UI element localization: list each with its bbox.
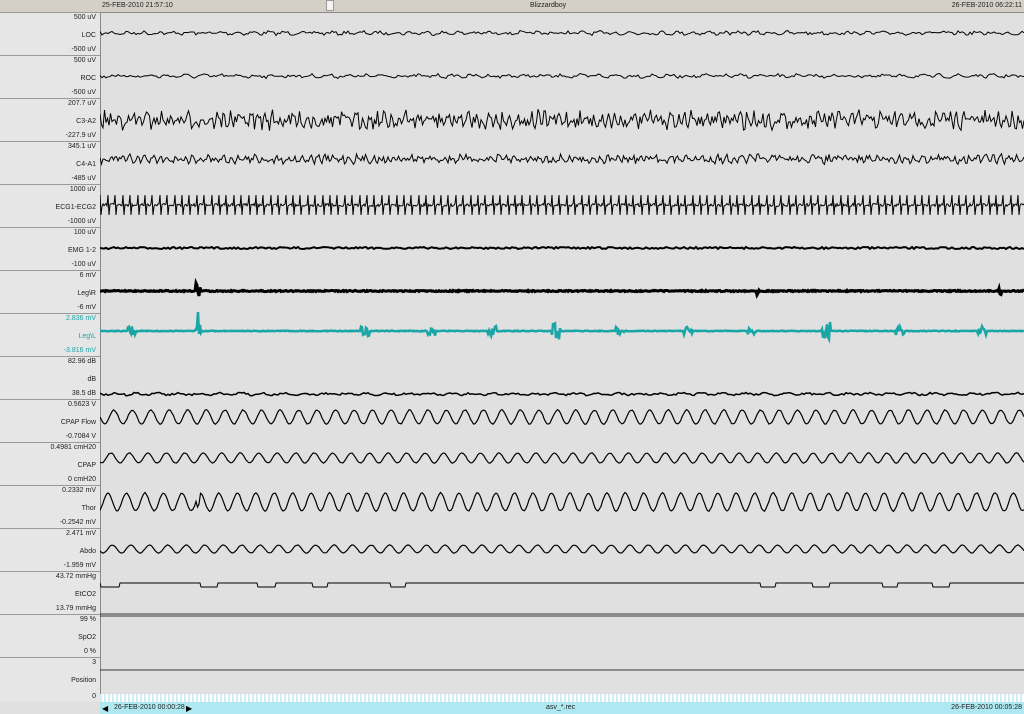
channel-name: Leg\L — [78, 333, 96, 340]
channel-name: EtCO2 — [74, 591, 96, 598]
channel-min: -3.816 mV — [63, 347, 96, 354]
channel-max: 82.96 dB — [67, 358, 96, 365]
channel-min: -0.7084 V — [65, 433, 96, 440]
cpap-trace — [100, 452, 1024, 464]
channel-max: 3 — [92, 659, 96, 666]
recording-start-time: 25-FEB-2010 21:57:10 — [102, 2, 173, 9]
channel-label-c3a2: 207.7 uV C3-A2 -227.9 uV — [0, 98, 100, 141]
channel-label-ecg: 1000 uV ECG1-ECG2 -1000 uV — [0, 184, 100, 227]
channel-label-cpap-flow: 0.5623 V CPAP Flow -0.7084 V — [0, 399, 100, 442]
recording-end-time: 26-FEB-2010 06:22:11 — [951, 2, 1022, 9]
channel-name: Leg\R — [77, 290, 96, 297]
channel-max: 6 mV — [79, 272, 96, 279]
channel-min: -0.2542 mV — [59, 519, 96, 526]
channel-max: 500 uV — [73, 57, 96, 64]
channel-max: 0.2332 mV — [62, 487, 96, 494]
trace-group — [100, 29, 1024, 671]
channel-label-position: 3 Position 0 — [0, 657, 100, 702]
c4a1-trace — [100, 152, 1024, 167]
channel-label-c4a1: 345.1 uV C4-A1 -485 uV — [0, 141, 100, 184]
c3a2-trace — [100, 109, 1024, 132]
channel-min: 0 % — [83, 648, 96, 655]
channel-label-roc: 500 uV ROC -500 uV — [0, 55, 100, 98]
channel-name: Position — [71, 677, 96, 684]
channel-label-loc: 500 uV LOC -500 uV — [0, 12, 100, 55]
time-tick-strip — [100, 694, 1024, 702]
channel-max: 207.7 uV — [67, 100, 96, 107]
channel-max: 500 uV — [73, 14, 96, 21]
db-trace — [100, 391, 1024, 397]
roc-trace — [100, 72, 1024, 80]
channel-max: 43.72 mmHg — [55, 573, 96, 580]
channel-label-emg: 100 uV EMG 1-2 -100 uV — [0, 227, 100, 270]
abdo-trace — [100, 544, 1024, 554]
channel-min: -500 uV — [71, 89, 96, 96]
channel-min: 13.79 mmHg — [55, 605, 96, 612]
channel-label-db: 82.96 dB dB 38.5 dB — [0, 356, 100, 399]
waveform-plot[interactable] — [100, 12, 1024, 702]
scroll-thumb[interactable] — [326, 0, 334, 11]
arrow-right-icon[interactable]: ▶ — [186, 704, 192, 713]
channel-label-etco2: 43.72 mmHg EtCO2 13.79 mmHg — [0, 571, 100, 614]
channel-max: 345.1 uV — [67, 143, 96, 150]
channel-name: CPAP — [77, 462, 96, 469]
channel-label-leg-r: 6 mV Leg\R -6 mV — [0, 270, 100, 313]
leg-r-trace — [100, 277, 1024, 300]
channel-max: 0.4981 cmH20 — [50, 444, 96, 451]
cpap-flow-trace — [100, 408, 1024, 426]
emg-trace — [100, 245, 1024, 251]
channel-max: 2.836 mV — [66, 315, 96, 322]
time-navigation-bar: ◀ 26-FEB-2010 00:00:28 ▶ asv_*.rec 26-FE… — [100, 702, 1024, 714]
channel-name: CPAP Flow — [60, 419, 96, 426]
channel-name: dB — [87, 376, 96, 383]
channel-min: -6 mV — [77, 304, 96, 311]
ecg-trace — [100, 194, 1024, 216]
window-start-time: 26-FEB-2010 00:00:28 — [114, 704, 185, 711]
channel-name: Abdo — [79, 548, 96, 555]
channel-max: 2.471 mV — [66, 530, 96, 537]
channel-name: SpO2 — [78, 634, 96, 641]
channel-min: 0 — [92, 693, 96, 700]
channel-min: -485 uV — [71, 175, 96, 182]
etco2-trace — [100, 582, 1024, 588]
channel-name: EMG 1-2 — [67, 247, 96, 254]
window-end-time: 26-FEB-2010 00:05:28 — [951, 704, 1022, 711]
channel-label-panel: 500 uV LOC -500 uV 500 uV ROC -500 uV 20… — [0, 12, 101, 702]
channel-name: LOC — [81, 32, 96, 39]
channel-min: -227.9 uV — [65, 132, 96, 139]
channel-min: -100 uV — [71, 261, 96, 268]
channel-min: -500 uV — [71, 46, 96, 53]
channel-label-spo2: 99 % SpO2 0 % — [0, 614, 100, 657]
leg-l-trace — [100, 312, 1024, 344]
channel-name: ECG1-ECG2 — [55, 204, 96, 211]
channel-max: 1000 uV — [69, 186, 96, 193]
patient-title: Blizzardboy — [530, 2, 567, 9]
channel-label-cpap: 0.4981 cmH20 CPAP 0 cmH20 — [0, 442, 100, 485]
channel-label-abdo: 2.471 mV Abdo -1.959 mV — [0, 528, 100, 571]
channel-min: -1.959 mV — [63, 562, 96, 569]
loc-trace — [100, 29, 1024, 37]
channel-max: 100 uV — [73, 229, 96, 236]
channel-max: 99 % — [80, 616, 96, 623]
channel-min: -1000 uV — [67, 218, 96, 225]
channel-name: C3-A2 — [76, 118, 96, 125]
channel-name: Thor — [81, 505, 96, 512]
channel-label-leg-l: 2.836 mV Leg\L -3.816 mV — [0, 313, 100, 356]
channel-label-thor: 0.2332 mV Thor -0.2542 mV — [0, 485, 100, 528]
channel-name: ROC — [80, 75, 96, 82]
channel-min: 38.5 dB — [71, 390, 96, 397]
arrow-left-icon[interactable]: ◀ — [102, 704, 108, 713]
channel-min: 0 cmH20 — [67, 476, 96, 483]
channel-name: C4-A1 — [76, 161, 96, 168]
channel-max: 0.5623 V — [67, 401, 96, 408]
thor-trace — [100, 491, 1024, 513]
file-name: asv_*.rec — [546, 704, 576, 711]
